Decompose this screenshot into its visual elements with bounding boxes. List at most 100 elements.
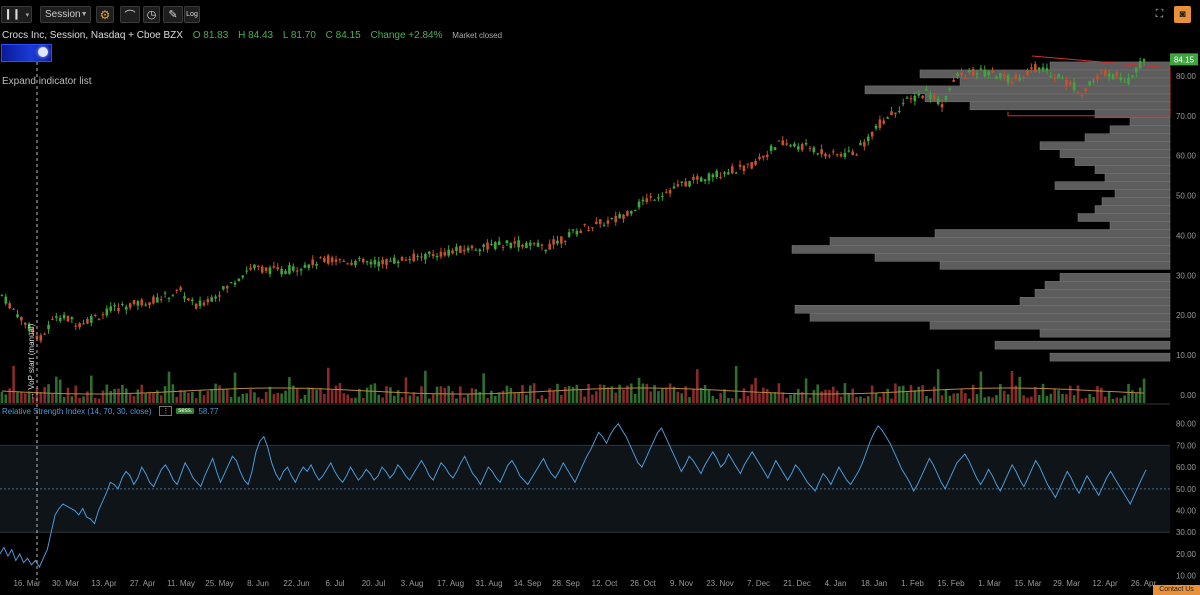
volume-bar — [898, 386, 901, 403]
volume-bar — [696, 369, 699, 403]
candle-body — [8, 303, 12, 309]
volume-bar — [793, 393, 796, 403]
contact-us-button[interactable]: Contact Us — [1153, 585, 1200, 595]
candle-body — [183, 296, 186, 299]
volume-bar — [1103, 396, 1107, 403]
last-price-label: 84.15 — [1174, 55, 1195, 64]
candle-body — [509, 242, 513, 248]
volume-bar — [439, 386, 443, 403]
x-tick-label: 4. Jan — [825, 579, 847, 588]
volume-bar — [629, 383, 633, 403]
candle-body — [1119, 77, 1123, 80]
candle-body — [124, 306, 128, 310]
volume-bar — [641, 383, 645, 403]
chart-type-button[interactable]: ❙❙ ▾ — [1, 6, 32, 23]
candle-body — [1049, 75, 1053, 78]
volume-bar — [1107, 391, 1111, 403]
candle-body — [389, 260, 392, 262]
volume-bar — [377, 394, 381, 403]
candle-body — [676, 184, 680, 187]
candle-body — [190, 299, 194, 302]
candle-body — [315, 263, 318, 266]
rsi-tick-label: 30.00 — [1176, 528, 1197, 537]
candle-body — [16, 314, 19, 318]
candle-body — [264, 267, 268, 271]
volume-bar — [971, 384, 975, 403]
candle-body — [929, 95, 932, 99]
candle-body — [222, 286, 225, 290]
volume-bar — [1092, 397, 1095, 403]
volume-bar — [1100, 387, 1103, 403]
log-scale-button[interactable]: Log — [184, 6, 200, 23]
volume-bar — [932, 386, 936, 403]
volume-bar — [734, 366, 738, 403]
candle-body — [649, 196, 652, 198]
profile-bar — [1109, 221, 1171, 230]
expand-indicator-link[interactable]: Expand indicator list — [2, 76, 92, 87]
candle-body — [1072, 82, 1076, 91]
volume-bar — [408, 395, 412, 403]
fullscreen-button[interactable]: ⛶ — [1151, 6, 1168, 23]
volume-bar — [851, 388, 855, 403]
volume-bar — [657, 391, 660, 403]
snapshot-button[interactable]: ◙ — [1174, 6, 1191, 23]
volume-bar — [253, 392, 256, 403]
candle-body — [354, 260, 357, 266]
volume-bar — [323, 394, 326, 403]
volume-bar — [307, 387, 311, 403]
profile-bar — [1094, 165, 1171, 174]
profile-bar — [934, 229, 1171, 238]
info-icon[interactable]: ⋮ — [159, 406, 173, 416]
volume-bar — [668, 383, 672, 403]
x-tick-label: 23. Nov — [706, 579, 734, 588]
volume-bar — [459, 386, 462, 403]
candle-body — [1103, 69, 1107, 77]
volume-bar — [229, 397, 233, 403]
volume-bar — [940, 395, 944, 403]
candle-body — [870, 131, 874, 137]
candle-body — [218, 295, 221, 297]
time-button[interactable]: ◷ — [143, 6, 160, 23]
candle-body — [486, 242, 489, 250]
rsi-tick-label: 20.00 — [1176, 550, 1197, 559]
settings-button[interactable]: ⚙ — [96, 6, 114, 23]
candle-body — [1123, 81, 1126, 83]
volume-bar — [622, 389, 625, 403]
candle-body — [400, 257, 404, 261]
candle-body — [715, 170, 719, 178]
volume-bar — [58, 379, 62, 403]
candle-body — [179, 287, 182, 291]
profile-bar — [1059, 149, 1171, 158]
chart-canvas[interactable]: 0.00 10.00 20.00 30.00 40.00 50.00 60.00 70.00 8… — [0, 0, 1200, 595]
drawing-button[interactable]: ✎ — [163, 6, 183, 23]
volume-bar — [412, 392, 416, 403]
volume-bar — [878, 396, 882, 403]
candle-body — [58, 317, 62, 321]
volume-bar — [505, 385, 509, 403]
candle-body — [548, 243, 551, 250]
volume-bar — [1138, 387, 1142, 403]
candle-body — [734, 172, 738, 174]
volume-bar — [1033, 386, 1037, 403]
candle-body — [882, 120, 886, 124]
volume-bar — [179, 390, 182, 403]
volume-bar — [159, 395, 163, 403]
candle-body — [323, 257, 326, 262]
candle-body — [396, 261, 400, 264]
candle-body — [781, 140, 785, 146]
candle-body — [742, 165, 746, 172]
indicators-button[interactable]: ⌒ — [120, 6, 140, 23]
candle-body — [474, 249, 478, 251]
volume-bar — [587, 383, 590, 403]
candle-body — [494, 242, 497, 249]
candle-body — [462, 249, 466, 252]
candle-body — [657, 197, 660, 199]
volume-bar — [602, 384, 606, 403]
candle-body — [1041, 67, 1045, 71]
candle-body — [909, 98, 913, 100]
candle-body — [765, 154, 769, 157]
volume-bar — [381, 397, 384, 403]
session-select[interactable]: Session ▼ — [40, 6, 91, 23]
volume-bar — [680, 393, 684, 403]
volume-bar — [1045, 395, 1049, 403]
